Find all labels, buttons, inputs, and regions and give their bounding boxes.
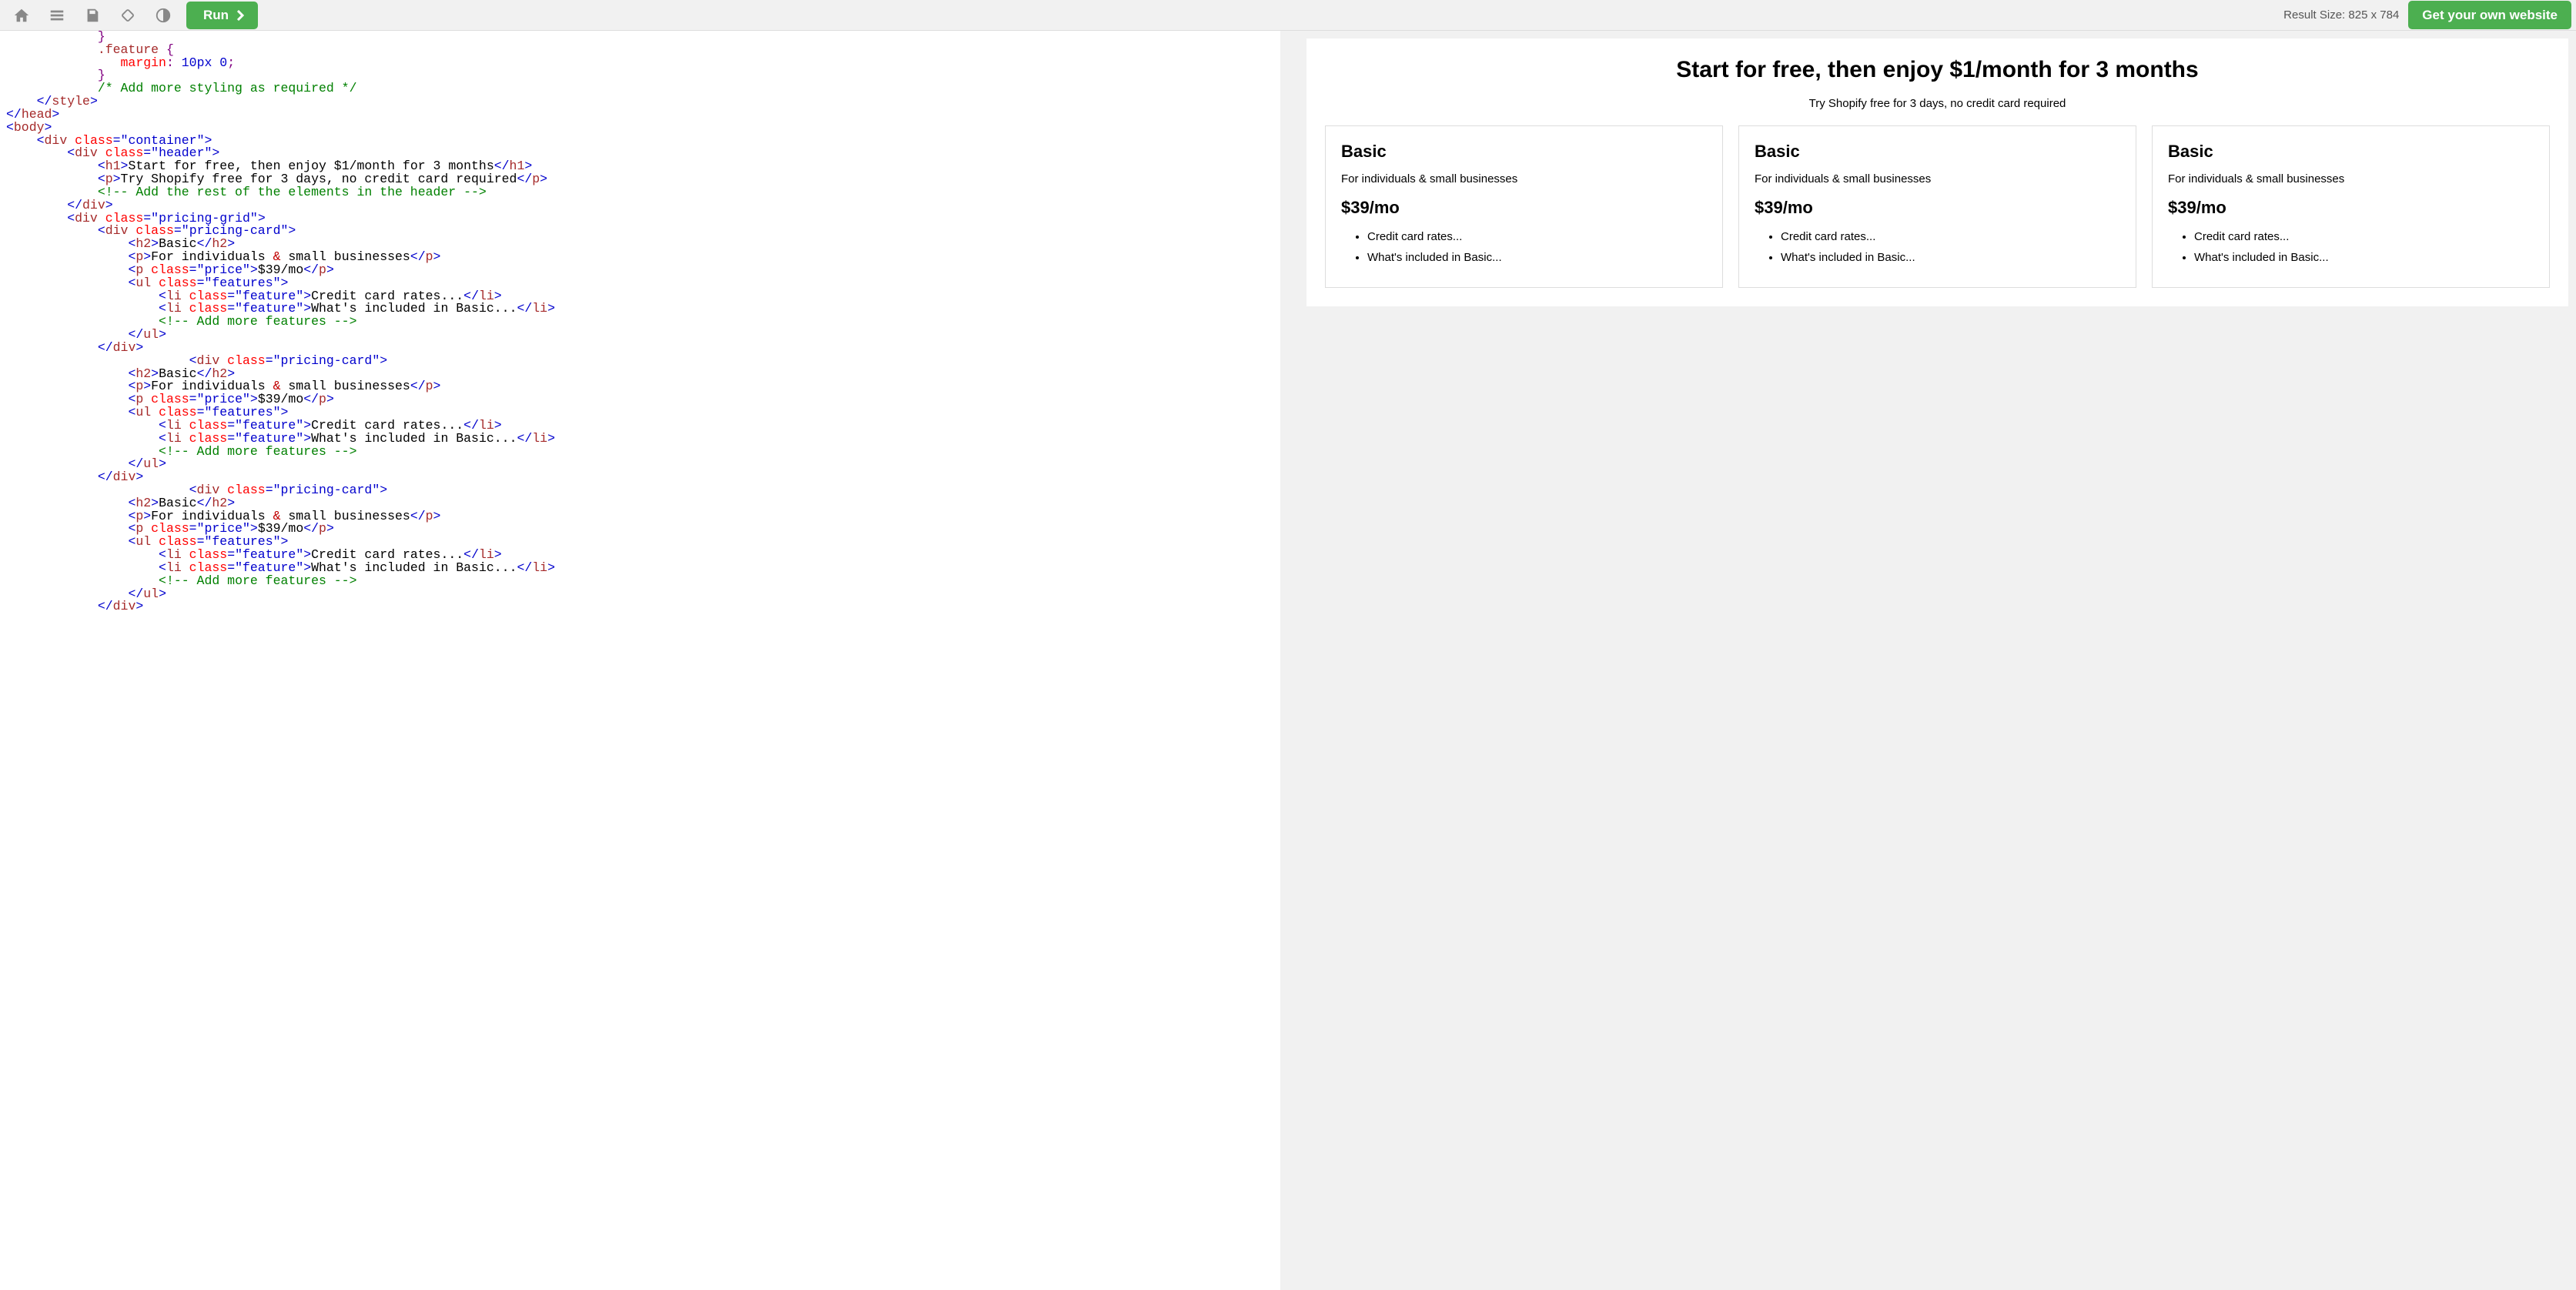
card-features: Credit card rates... What's included in … (1755, 230, 2120, 264)
pricing-card: Basic For individuals & small businesses… (1738, 125, 2136, 288)
run-label: Run (203, 8, 229, 23)
card-sub: For individuals & small businesses (2168, 172, 2534, 185)
list-item: What's included in Basic... (1367, 251, 1707, 264)
pane-divider[interactable] (1288, 31, 1299, 1290)
list-item: Credit card rates... (2194, 230, 2534, 243)
card-sub: For individuals & small businesses (1341, 172, 1707, 185)
menu-icon[interactable] (40, 2, 74, 29)
save-icon[interactable] (75, 2, 109, 29)
list-item: Credit card rates... (1367, 230, 1707, 243)
chevron-right-icon (236, 10, 244, 21)
home-icon[interactable] (5, 2, 38, 29)
card-title: Basic (1755, 142, 2120, 162)
card-price: $39/mo (1341, 198, 1707, 218)
card-price: $39/mo (2168, 198, 2534, 218)
pricing-grid: Basic For individuals & small businesses… (1325, 125, 2550, 288)
card-title: Basic (2168, 142, 2534, 162)
result-inner: Start for free, then enjoy $1/month for … (1306, 38, 2568, 306)
card-title: Basic (1341, 142, 1707, 162)
card-sub: For individuals & small businesses (1755, 172, 2120, 185)
toolbar: Run Result Size: 825 x 784 Get your own … (0, 0, 2576, 31)
card-price: $39/mo (1755, 198, 2120, 218)
result-pane: Start for free, then enjoy $1/month for … (1299, 31, 2576, 1290)
card-features: Credit card rates... What's included in … (1341, 230, 1707, 264)
preview-subheading: Try Shopify free for 3 days, no credit c… (1325, 97, 2550, 110)
card-features: Credit card rates... What's included in … (2168, 230, 2534, 264)
get-website-button[interactable]: Get your own website (2408, 1, 2571, 29)
list-item: What's included in Basic... (2194, 251, 2534, 264)
preview-header: Start for free, then enjoy $1/month for … (1325, 57, 2550, 110)
run-button[interactable]: Run (186, 2, 258, 29)
list-item: What's included in Basic... (1781, 251, 2120, 264)
split-panes: } .feature { margin: 10px 0; } /* Add mo… (0, 31, 2576, 1290)
preview-heading: Start for free, then enjoy $1/month for … (1325, 57, 2550, 83)
result-size-label: Result Size: 825 x 784 (2283, 8, 2399, 22)
code-editor[interactable]: } .feature { margin: 10px 0; } /* Add mo… (0, 31, 1288, 1290)
theme-icon[interactable] (146, 2, 180, 29)
pricing-card: Basic For individuals & small businesses… (1325, 125, 1723, 288)
pricing-card: Basic For individuals & small businesses… (2152, 125, 2550, 288)
list-item: Credit card rates... (1781, 230, 2120, 243)
rotate-icon[interactable] (111, 2, 145, 29)
